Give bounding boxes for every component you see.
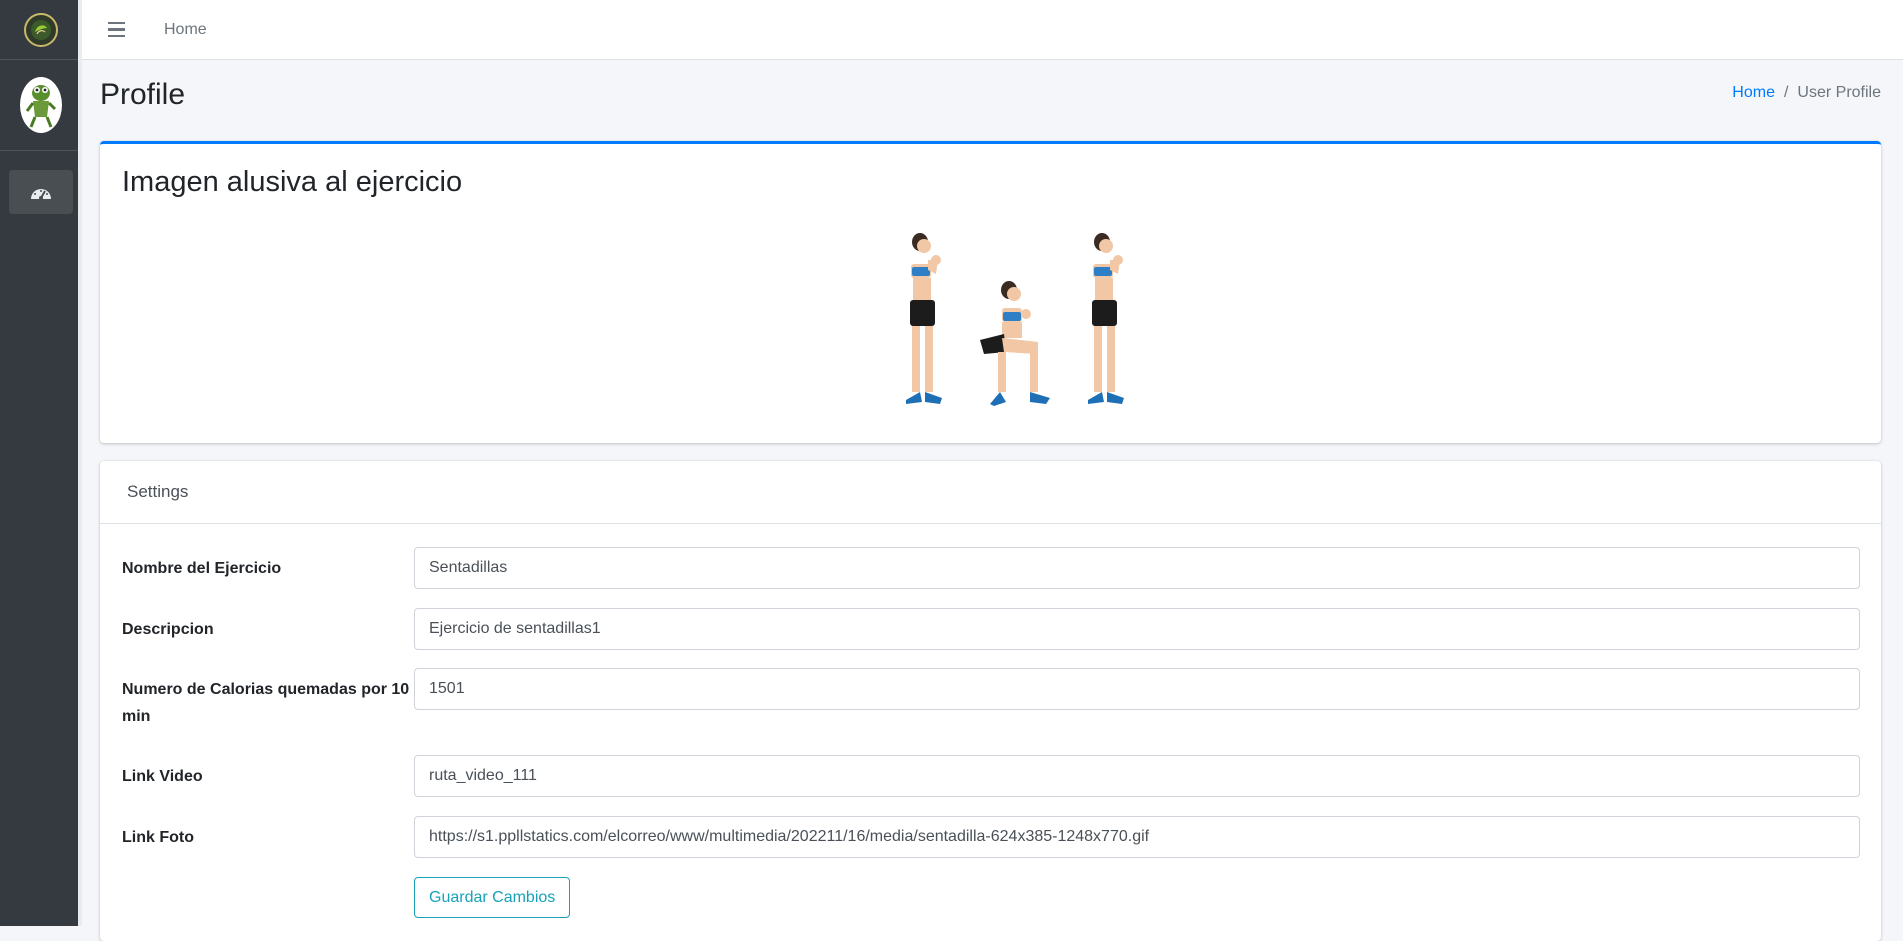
exercise-image-card: Imagen alusiva al ejercicio: [100, 141, 1881, 443]
image-card-title: Imagen alusiva al ejercicio: [122, 166, 463, 198]
descripcion-label: Descripcion: [122, 621, 214, 638]
content-header: Profile Home / User Profile: [100, 78, 1881, 112]
link-foto-input[interactable]: [414, 816, 1860, 858]
settings-tab[interactable]: Settings: [100, 461, 1881, 524]
link-video-label: Link Video: [122, 768, 203, 785]
top-home-link[interactable]: Home: [164, 21, 207, 39]
leaf-logo-icon: [31, 19, 51, 40]
calorias-input[interactable]: [414, 668, 1860, 710]
breadcrumb-separator: /: [1783, 84, 1789, 101]
sidebar-scrollbar[interactable]: [78, 0, 82, 926]
link-foto-label: Link Foto: [122, 829, 194, 846]
link-video-input[interactable]: [414, 755, 1860, 797]
brand-area[interactable]: [0, 0, 82, 60]
descripcion-input[interactable]: [414, 608, 1860, 650]
tachometer-icon: [31, 189, 51, 200]
breadcrumb-home-link[interactable]: Home: [1732, 84, 1775, 102]
page-title: Profile: [100, 78, 186, 111]
settings-card: Settings Nombre del Ejercicio Descripcio…: [100, 461, 1881, 941]
breadcrumb-current: User Profile: [1797, 84, 1881, 101]
menu-toggle-icon[interactable]: [108, 17, 134, 43]
main-sidebar: [0, 0, 82, 926]
nombre-input[interactable]: [414, 547, 1860, 589]
standing-figure-2: [1088, 233, 1124, 404]
breadcrumb: Home / User Profile: [1732, 84, 1881, 102]
squat-exercise-image: [906, 233, 1124, 406]
user-panel: [0, 60, 82, 151]
standing-figure-1: [906, 233, 942, 404]
calorias-label: Numero de Calorias quemadas por 10 min: [122, 681, 410, 725]
nombre-label: Nombre del Ejercicio: [122, 560, 282, 577]
save-changes-button[interactable]: Guardar Cambios: [414, 877, 571, 918]
brand-logo[interactable]: [24, 12, 58, 47]
top-navbar: Home: [82, 0, 1903, 60]
sidebar-item-dashboard[interactable]: [9, 170, 73, 214]
frog-mascot-icon: [25, 85, 57, 128]
squatting-figure: [980, 281, 1050, 406]
avatar[interactable]: [20, 77, 62, 133]
